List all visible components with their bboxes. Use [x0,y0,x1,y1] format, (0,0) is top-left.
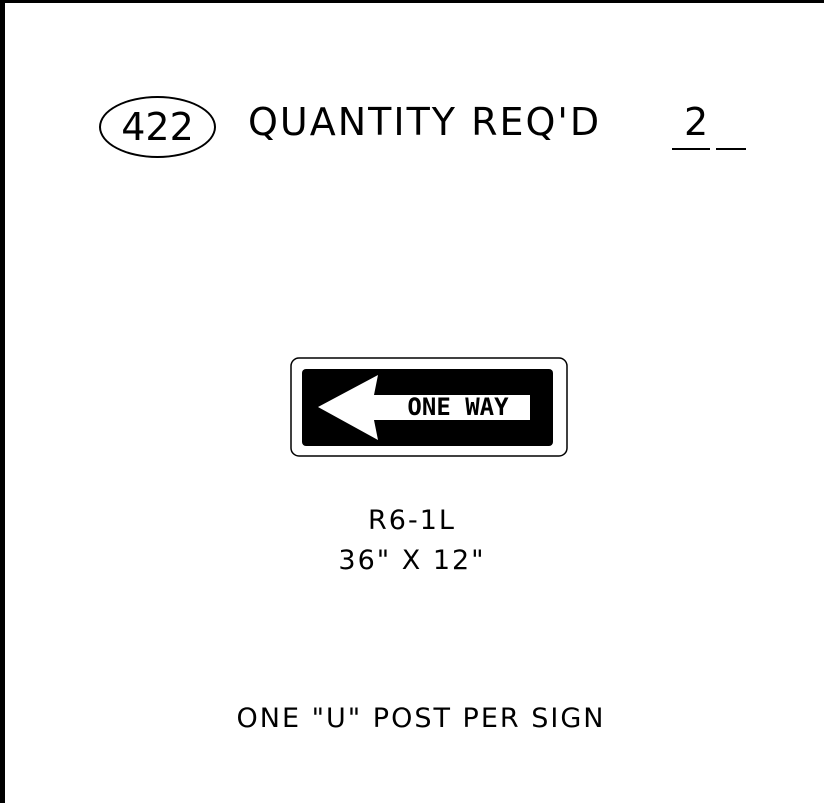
frame-left-border [0,0,5,803]
sign-number: 422 [121,105,194,149]
sign-legend: ONE WAY [407,393,509,421]
quantity-blank-line-right [716,148,746,150]
sign-size: 36" X 12" [338,545,486,576]
sign-code: R6-1L [368,505,456,536]
frame-top-border [0,0,824,3]
quantity-label: QUANTITY REQ'D [248,100,602,144]
one-way-sign: ONE WAY [290,357,568,457]
post-note: ONE "U" POST PER SIGN [236,703,606,734]
quantity-blank-line-left [672,148,710,150]
quantity-value: 2 [684,100,709,144]
